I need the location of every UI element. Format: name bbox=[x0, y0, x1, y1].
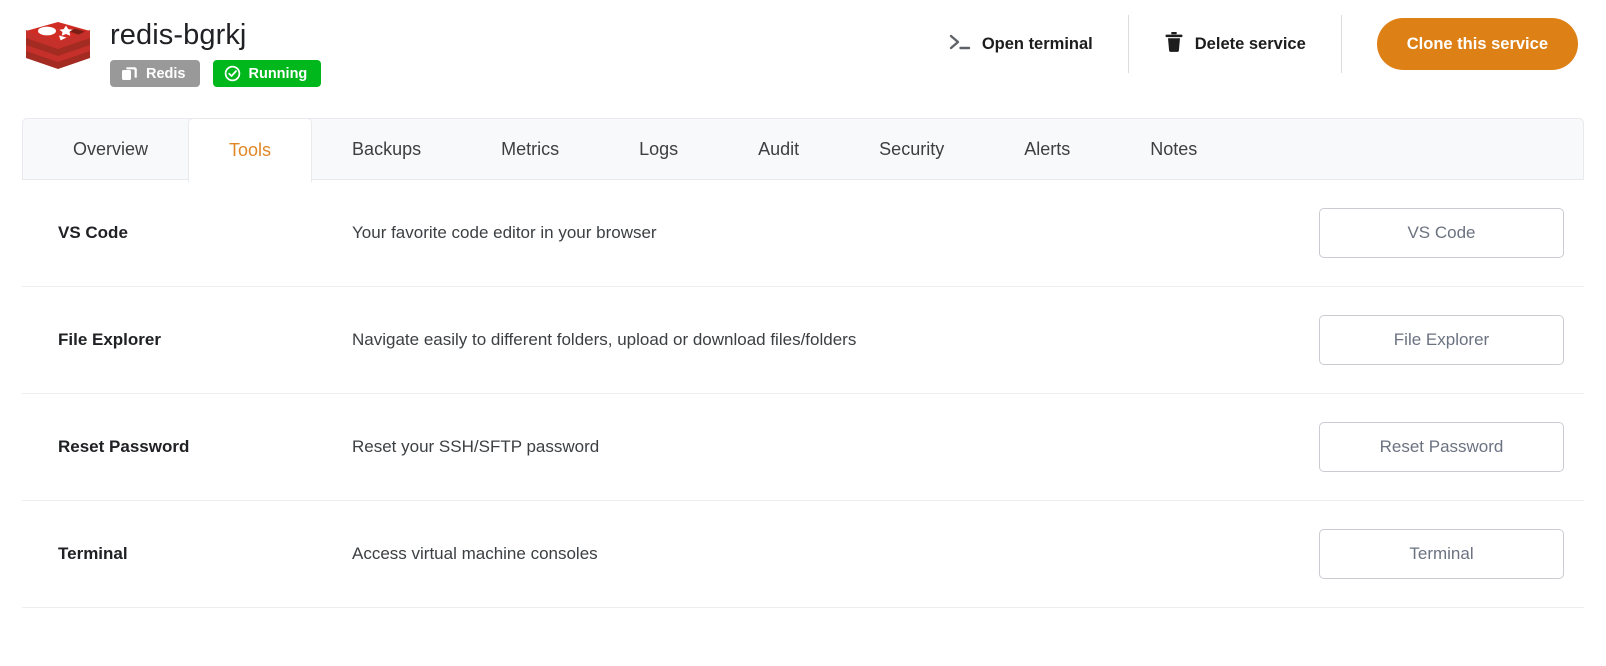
terminal-prompt-icon bbox=[949, 33, 971, 56]
tool-launch-button[interactable]: VS Code bbox=[1319, 208, 1564, 258]
open-terminal-button[interactable]: Open terminal bbox=[923, 24, 1119, 64]
header-actions: Open terminal Delete service Clone this … bbox=[923, 0, 1578, 88]
delete-service-button[interactable]: Delete service bbox=[1138, 24, 1332, 64]
status-badge-service-type: Redis bbox=[110, 60, 200, 87]
tool-description: Navigate easily to different folders, up… bbox=[352, 330, 1319, 350]
tab-overview[interactable]: Overview bbox=[23, 119, 188, 179]
redis-logo-icon bbox=[22, 18, 94, 80]
tab-security[interactable]: Security bbox=[839, 119, 984, 179]
tab-alerts[interactable]: Alerts bbox=[984, 119, 1110, 179]
tool-name: Terminal bbox=[22, 544, 352, 564]
tool-action-cell: File Explorer bbox=[1319, 315, 1584, 365]
tab-bar: OverviewToolsBackupsMetricsLogsAuditSecu… bbox=[22, 118, 1584, 180]
action-divider bbox=[1341, 15, 1342, 73]
tool-row: Reset PasswordReset your SSH/SFTP passwo… bbox=[22, 394, 1584, 501]
tool-description: Reset your SSH/SFTP password bbox=[352, 437, 1319, 457]
tab-notes[interactable]: Notes bbox=[1110, 119, 1237, 179]
tab-tools[interactable]: Tools bbox=[188, 118, 312, 182]
tool-description: Your favorite code editor in your browse… bbox=[352, 223, 1319, 243]
tool-launch-button[interactable]: Terminal bbox=[1319, 529, 1564, 579]
status-badge-running: Running bbox=[213, 60, 322, 87]
clone-service-button[interactable]: Clone this service bbox=[1377, 18, 1578, 70]
service-header: redis-bgrkj Redis bbox=[0, 0, 1606, 118]
check-circle-icon bbox=[224, 65, 241, 82]
tools-list: VS CodeYour favorite code editor in your… bbox=[22, 180, 1584, 608]
tool-row: File ExplorerNavigate easily to differen… bbox=[22, 287, 1584, 394]
tool-action-cell: Reset Password bbox=[1319, 422, 1584, 472]
badge-label: Running bbox=[249, 66, 308, 82]
tool-description: Access virtual machine consoles bbox=[352, 544, 1319, 564]
open-terminal-label: Open terminal bbox=[982, 35, 1093, 54]
tool-action-cell: Terminal bbox=[1319, 529, 1584, 579]
service-identity-text: redis-bgrkj Redis bbox=[110, 18, 321, 87]
service-identity: redis-bgrkj Redis bbox=[22, 0, 321, 87]
badge-group: Redis Running bbox=[110, 60, 321, 87]
copy-layers-icon bbox=[121, 65, 138, 82]
tab-logs[interactable]: Logs bbox=[599, 119, 718, 179]
tab-backups[interactable]: Backups bbox=[312, 119, 461, 179]
tool-row: TerminalAccess virtual machine consolesT… bbox=[22, 501, 1584, 608]
tool-action-cell: VS Code bbox=[1319, 208, 1584, 258]
tool-name: Reset Password bbox=[22, 437, 352, 457]
tool-launch-button[interactable]: Reset Password bbox=[1319, 422, 1564, 472]
delete-service-label: Delete service bbox=[1195, 35, 1306, 54]
tool-name: File Explorer bbox=[22, 330, 352, 350]
tab-metrics[interactable]: Metrics bbox=[461, 119, 599, 179]
tool-name: VS Code bbox=[22, 223, 352, 243]
page-title: redis-bgrkj bbox=[110, 18, 321, 52]
tab-audit[interactable]: Audit bbox=[718, 119, 839, 179]
tool-row: VS CodeYour favorite code editor in your… bbox=[22, 180, 1584, 287]
badge-label: Redis bbox=[146, 66, 186, 82]
tool-launch-button[interactable]: File Explorer bbox=[1319, 315, 1564, 365]
action-divider bbox=[1128, 15, 1129, 73]
trash-icon bbox=[1164, 31, 1184, 58]
